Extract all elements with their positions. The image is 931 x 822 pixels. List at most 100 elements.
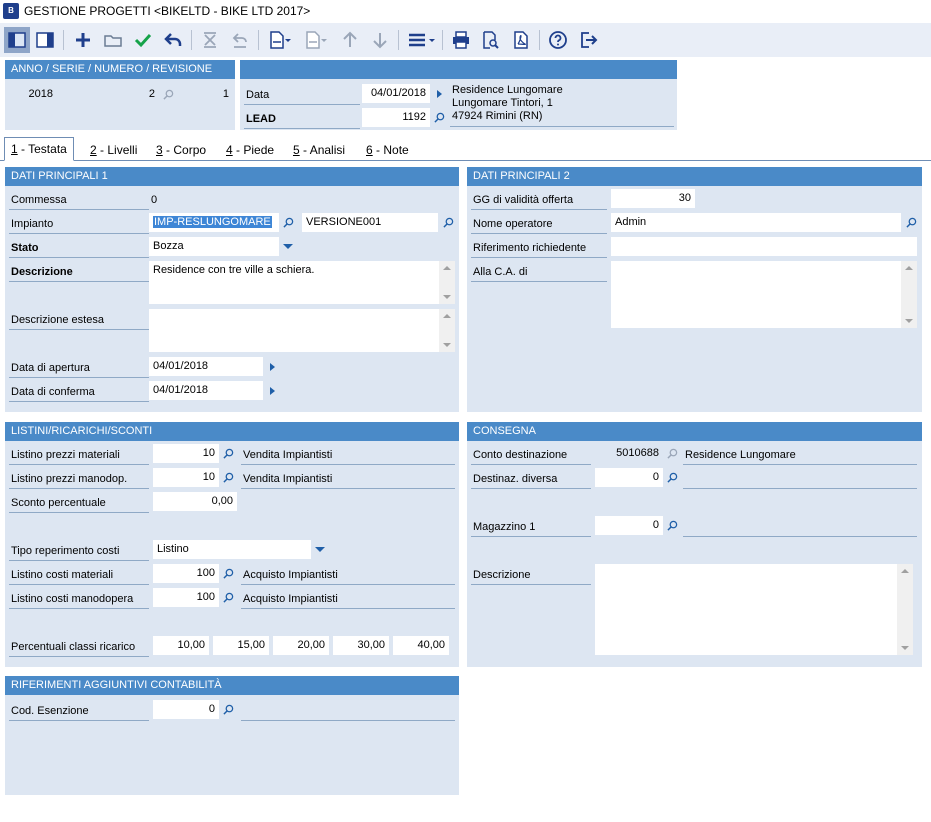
- stato-select[interactable]: Bozza: [149, 237, 279, 256]
- magazzino-field[interactable]: 0: [595, 516, 663, 535]
- consegna-descrizione-scrollbar[interactable]: [897, 564, 913, 655]
- tipo-label: Tipo reperimento costi: [11, 545, 120, 557]
- lead-field[interactable]: 1192: [362, 108, 430, 127]
- consegna-descrizione-textarea[interactable]: [595, 564, 913, 655]
- esenzione-field[interactable]: 0: [153, 700, 219, 719]
- operatore-search-icon[interactable]: [903, 213, 919, 232]
- lcm-search-icon[interactable]: [220, 564, 236, 583]
- sconto-field[interactable]: 0,00: [153, 492, 237, 511]
- tab-analisi[interactable]: 5 - Analisi: [287, 139, 351, 161]
- conferma-calendar-button[interactable]: [264, 381, 280, 400]
- ca-scrollbar[interactable]: [901, 261, 917, 328]
- tab-piede[interactable]: 4 - Piede: [220, 139, 280, 161]
- magazzino-search-icon[interactable]: [664, 516, 680, 535]
- ca-textarea[interactable]: [611, 261, 917, 328]
- tab-corpo[interactable]: 3 - Corpo: [150, 139, 212, 161]
- operatore-field[interactable]: Admin: [611, 213, 901, 232]
- panel-left-icon[interactable]: [4, 27, 30, 53]
- conto-field[interactable]: 5010688: [593, 444, 663, 463]
- commessa-underline: [9, 209, 149, 210]
- tab-testata[interactable]: 1 - Testata: [4, 137, 74, 161]
- apertura-calendar-button[interactable]: [264, 357, 280, 376]
- lead-search-icon[interactable]: [431, 108, 447, 127]
- perc-field-3[interactable]: 20,00: [273, 636, 329, 655]
- numero-search-icon[interactable]: [160, 85, 176, 104]
- data-calendar-button[interactable]: [431, 84, 447, 103]
- numero-field[interactable]: 2: [97, 85, 159, 104]
- gg-validita-field[interactable]: 30: [611, 189, 695, 208]
- lcmo-desc-underline: [241, 608, 455, 609]
- arrow-down-icon[interactable]: [367, 27, 393, 53]
- lpm-field[interactable]: 10: [153, 444, 219, 463]
- lpm-underline: [9, 464, 149, 465]
- perc-field-5[interactable]: 40,00: [393, 636, 449, 655]
- exit-icon[interactable]: [575, 27, 601, 53]
- undo-icon[interactable]: [160, 27, 186, 53]
- lcm-underline: [9, 584, 149, 585]
- conferma-field[interactable]: 04/01/2018: [149, 381, 263, 400]
- perc-field-1[interactable]: 10,00: [153, 636, 209, 655]
- desc-estesa-textarea[interactable]: [149, 309, 455, 352]
- descrizione-scrollbar[interactable]: [439, 261, 455, 304]
- lcm-field[interactable]: 100: [153, 564, 219, 583]
- header-info-panel: Data 04/01/2018 LEAD 1192 Residence Lung…: [240, 60, 677, 130]
- lpmo-field[interactable]: 10: [153, 468, 219, 487]
- menu-dropdown-icon[interactable]: [427, 27, 437, 53]
- apertura-field[interactable]: 04/01/2018: [149, 357, 263, 376]
- revisione-field[interactable]: 1: [177, 85, 233, 104]
- print-preview-icon[interactable]: [478, 27, 504, 53]
- data-underline: [244, 104, 360, 105]
- riferimento-underline: [471, 257, 607, 258]
- revert-icon[interactable]: [227, 27, 253, 53]
- perc-field-4[interactable]: 30,00: [333, 636, 389, 655]
- anno-field[interactable]: 2018: [7, 85, 57, 104]
- pdf-icon[interactable]: [508, 27, 534, 53]
- conto-search-icon[interactable]: [664, 444, 680, 463]
- impianto-underline: [9, 233, 149, 234]
- print-icon[interactable]: [448, 27, 474, 53]
- confirm-check-icon[interactable]: [130, 27, 156, 53]
- perc-field-2[interactable]: 15,00: [213, 636, 269, 655]
- toolbar-separator: [539, 30, 540, 50]
- lcmo-field[interactable]: 100: [153, 588, 219, 607]
- document-dropdown-icon[interactable]: [283, 27, 293, 53]
- magazzino-desc-underline: [683, 536, 917, 537]
- destinaz-field[interactable]: 0: [595, 468, 663, 487]
- destinaz-search-icon[interactable]: [664, 468, 680, 487]
- lpm-search-icon[interactable]: [220, 444, 236, 463]
- tipo-select[interactable]: Listino: [153, 540, 311, 559]
- stato-dropdown-icon[interactable]: [280, 237, 296, 256]
- impianto-field[interactable]: IMP-RESLUNGOMARE: [149, 213, 279, 232]
- lpmo-search-icon[interactable]: [220, 468, 236, 487]
- impianto-version-field[interactable]: VERSIONE001: [302, 213, 438, 232]
- help-icon[interactable]: [545, 27, 571, 53]
- document-disabled-dropdown-icon[interactable]: [319, 27, 329, 53]
- commessa-value[interactable]: 0: [151, 194, 157, 206]
- tab-livelli[interactable]: 2 - Livelli: [84, 139, 143, 161]
- toolbar-separator: [63, 30, 64, 50]
- version-search-icon[interactable]: [440, 213, 456, 232]
- impianto-search-icon[interactable]: [280, 213, 296, 232]
- delete-icon[interactable]: [197, 27, 223, 53]
- address-underline: [450, 126, 674, 127]
- lcmo-label: Listino costi manodopera: [11, 593, 134, 605]
- tipo-dropdown-icon[interactable]: [312, 540, 328, 559]
- lcmo-search-icon[interactable]: [220, 588, 236, 607]
- lead-underline: [244, 128, 360, 129]
- arrow-up-icon[interactable]: [337, 27, 363, 53]
- stato-label: Stato: [11, 242, 39, 254]
- lpmo-underline: [9, 488, 149, 489]
- riferimento-field[interactable]: [611, 237, 917, 256]
- data-field[interactable]: 04/01/2018: [362, 84, 430, 103]
- descrizione-textarea[interactable]: Residence con tre ville a schiera.: [149, 261, 455, 304]
- open-folder-icon[interactable]: [100, 27, 126, 53]
- add-icon[interactable]: [70, 27, 96, 53]
- panel-right-icon[interactable]: [32, 27, 58, 53]
- esenzione-search-icon[interactable]: [220, 700, 236, 719]
- window-title: GESTIONE PROGETTI <BIKELTD - BIKE LTD 20…: [24, 4, 311, 18]
- conferma-label: Data di conferma: [11, 386, 95, 398]
- desc-estesa-scrollbar[interactable]: [439, 309, 455, 352]
- riferimenti-title: RIFERIMENTI AGGIUNTIVI CONTABILITÀ: [5, 676, 459, 695]
- listini-panel: LISTINI/RICARICHI/SCONTI Listino prezzi …: [5, 422, 459, 667]
- tab-note[interactable]: 6 - Note: [360, 139, 415, 161]
